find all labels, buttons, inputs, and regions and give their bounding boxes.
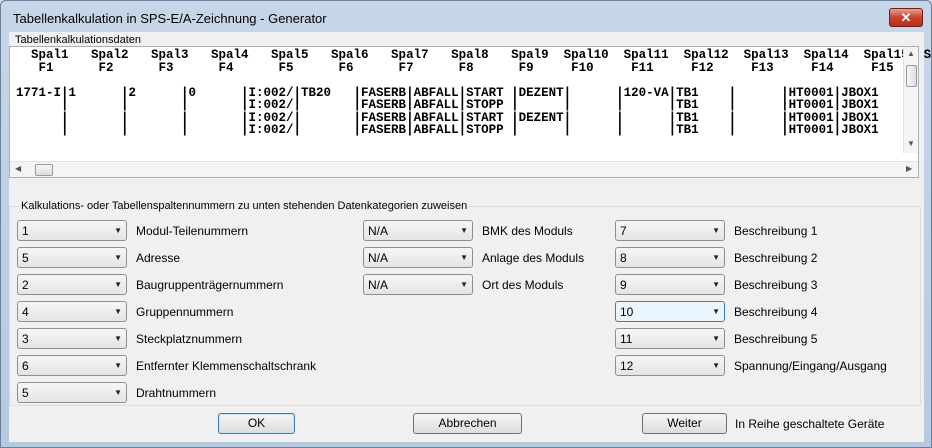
ort-modul-select[interactable]: N/A ▼ [363, 274, 473, 295]
steckplatznummern-label: Steckplatznummern [136, 332, 243, 346]
beschreibung-5-select[interactable]: 11 ▼ [615, 328, 725, 349]
select-value: N/A [368, 224, 389, 238]
select-value: 2 [22, 278, 29, 292]
klemmenschaltschrank-select[interactable]: 6 ▼ [17, 355, 127, 376]
beschreibung-5-label: Beschreibung 5 [734, 332, 818, 346]
beschreibung-1-select[interactable]: 7 ▼ [615, 220, 725, 241]
spannung-label: Spannung/Eingang/Ausgang [734, 359, 887, 373]
anlage-modul-select[interactable]: N/A ▼ [363, 247, 473, 268]
horizontal-scroll-thumb[interactable] [35, 164, 53, 176]
cancel-button[interactable]: Abbrechen [413, 413, 522, 434]
beschreibung-4-label: Beschreibung 4 [734, 305, 818, 319]
anlage-modul-label: Anlage des Moduls [482, 251, 585, 265]
next-button[interactable]: Weiter [642, 413, 727, 434]
vertical-scrollbar[interactable]: ▲ ▼ [903, 47, 918, 153]
drahtnummern-select[interactable]: 5 ▼ [17, 382, 127, 403]
select-value: 3 [22, 332, 29, 346]
select-value: 1 [22, 224, 29, 238]
chevron-down-icon: ▼ [114, 226, 122, 235]
select-value: N/A [368, 251, 389, 265]
title-bar: Tabellenkalkulation in SPS-E/A-Zeichnung… [1, 1, 931, 34]
chevron-down-icon: ▼ [712, 334, 720, 343]
window-title: Tabellenkalkulation in SPS-E/A-Zeichnung… [13, 11, 327, 26]
drahtnummern-label: Drahtnummern [136, 386, 217, 400]
chevron-down-icon: ▼ [114, 334, 122, 343]
assignment-heading: Kalkulations- oder Tabellenspaltennummer… [19, 200, 470, 212]
beschreibung-1-label: Beschreibung 1 [734, 224, 818, 238]
select-value: 5 [22, 251, 29, 265]
adresse-select[interactable]: 5 ▼ [17, 247, 127, 268]
close-button[interactable]: ✕ [889, 8, 923, 27]
scroll-right-icon[interactable]: ▶ [906, 164, 912, 173]
chevron-down-icon: ▼ [712, 253, 720, 262]
ort-modul-label: Ort des Moduls [482, 278, 564, 292]
vertical-scroll-thumb[interactable] [906, 65, 917, 87]
chevron-down-icon: ▼ [712, 280, 720, 289]
baugruppentraeger-label: Baugruppenträgernummern [136, 278, 284, 292]
chevron-down-icon: ▼ [114, 253, 122, 262]
select-value: 11 [620, 332, 633, 346]
select-value: 9 [620, 278, 627, 292]
beschreibung-3-label: Beschreibung 3 [734, 278, 818, 292]
select-value: 5 [22, 386, 29, 400]
chevron-down-icon: ▼ [712, 307, 720, 316]
chevron-down-icon: ▼ [460, 253, 468, 262]
beschreibung-2-label: Beschreibung 2 [734, 251, 818, 265]
bmk-modul-select[interactable]: N/A ▼ [363, 220, 473, 241]
adresse-label: Adresse [136, 251, 181, 265]
select-value: 10 [620, 305, 634, 319]
grid-label: Tabellenkalkulationsdaten [15, 34, 141, 46]
beschreibung-4-select[interactable]: 10 ▼ [615, 301, 725, 322]
gruppennummern-select[interactable]: 4 ▼ [17, 301, 127, 322]
beschreibung-2-select[interactable]: 8 ▼ [615, 247, 725, 268]
scroll-up-icon[interactable]: ▲ [907, 49, 915, 58]
select-value: N/A [368, 278, 389, 292]
modul-teilenummern-select[interactable]: 1 ▼ [17, 220, 127, 241]
beschreibung-3-select[interactable]: 9 ▼ [615, 274, 725, 295]
spreadsheet-text: Spal1 Spal2 Spal3 Spal4 Spal5 Spal6 Spal… [16, 48, 932, 137]
select-value: 12 [620, 359, 634, 373]
steckplatznummern-select[interactable]: 3 ▼ [17, 328, 127, 349]
spreadsheet-preview[interactable]: Spal1 Spal2 Spal3 Spal4 Spal5 Spal6 Spal… [9, 46, 932, 178]
baugruppentraeger-select[interactable]: 2 ▼ [17, 274, 127, 295]
chevron-down-icon: ▼ [114, 307, 122, 316]
chevron-down-icon: ▼ [114, 388, 122, 397]
scroll-left-icon[interactable]: ◀ [15, 164, 21, 173]
dialog-window: Tabellenkalkulation in SPS-E/A-Zeichnung… [0, 0, 932, 448]
chevron-down-icon: ▼ [114, 361, 122, 370]
ok-button[interactable]: OK [218, 413, 295, 434]
modul-teilenummern-label: Modul-Teilenummern [136, 224, 249, 238]
next-button-note: In Reihe geschaltete Geräte [735, 417, 885, 431]
klemmenschaltschrank-label: Entfernter Klemmenschaltschrank [136, 359, 317, 373]
horizontal-scrollbar[interactable]: ◀ ▶ [10, 161, 918, 177]
select-value: 6 [22, 359, 29, 373]
chevron-down-icon: ▼ [114, 280, 122, 289]
select-value: 4 [22, 305, 29, 319]
chevron-down-icon: ▼ [460, 226, 468, 235]
gruppennummern-label: Gruppennummern [136, 305, 234, 319]
spannung-select[interactable]: 12 ▼ [615, 355, 725, 376]
bmk-modul-label: BMK des Moduls [482, 224, 573, 238]
select-value: 7 [620, 224, 627, 238]
scroll-down-icon[interactable]: ▼ [907, 139, 915, 148]
chevron-down-icon: ▼ [712, 226, 720, 235]
select-value: 8 [620, 251, 627, 265]
chevron-down-icon: ▼ [460, 280, 468, 289]
chevron-down-icon: ▼ [712, 361, 720, 370]
